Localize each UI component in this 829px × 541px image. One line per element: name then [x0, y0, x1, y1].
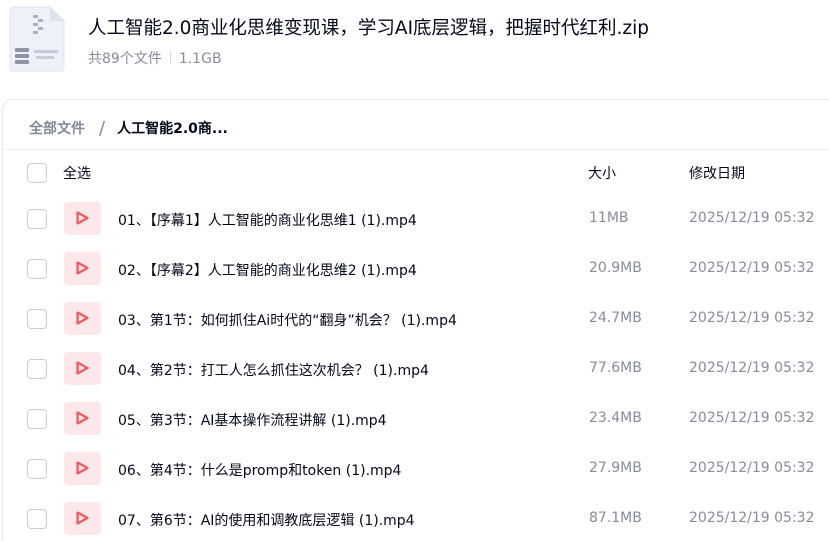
- file-modified-date: 2025/12/19 05:32: [689, 210, 815, 226]
- zip-file-icon: [6, 6, 66, 72]
- archive-meta: 共89个文件 1.1GB: [88, 48, 222, 68]
- file-size: 23.4MB: [589, 410, 642, 426]
- size-column-header[interactable]: 大小: [588, 163, 616, 183]
- file-modified-date: 2025/12/19 05:32: [689, 460, 815, 476]
- file-size: 27.9MB: [589, 460, 642, 476]
- file-row[interactable]: 04、第2节：打工人怎么抓住这次机会？ (1).mp4 77.6MB 2025/…: [3, 345, 829, 395]
- file-row[interactable]: 05、第3节：AI基本操作流程讲解 (1).mp4 23.4MB 2025/12…: [3, 395, 829, 445]
- file-row-checkbox[interactable]: [27, 259, 47, 279]
- video-play-icon: [64, 302, 101, 335]
- breadcrumb-current: 人工智能2.0商...: [117, 121, 228, 137]
- meta-divider: [169, 51, 171, 64]
- breadcrumb-separator: /: [99, 117, 106, 139]
- file-row[interactable]: 01、【序幕1】人工智能的商业化思维1 (1).mp4 11MB 2025/12…: [3, 195, 829, 245]
- file-name[interactable]: 06、第4节：什么是promp和token (1).mp4: [118, 460, 401, 480]
- file-modified-date: 2025/12/19 05:32: [689, 260, 815, 276]
- file-row[interactable]: 06、第4节：什么是promp和token (1).mp4 27.9MB 202…: [3, 445, 829, 495]
- file-modified-date: 2025/12/19 05:32: [689, 360, 815, 376]
- file-row-checkbox[interactable]: [27, 409, 47, 429]
- file-row-checkbox[interactable]: [27, 309, 47, 329]
- file-row-checkbox[interactable]: [27, 209, 47, 229]
- file-name[interactable]: 07、第6节：AI的使用和调教底层逻辑 (1).mp4: [118, 510, 415, 530]
- file-size: 87.1MB: [589, 510, 642, 526]
- archive-size: 1.1GB: [178, 51, 222, 67]
- file-row-checkbox[interactable]: [27, 459, 47, 479]
- file-list-panel: 全部文件 / 人工智能2.0商... 全选 大小 修改日期 01、【序幕1】人工…: [2, 99, 829, 541]
- breadcrumb: 全部文件 / 人工智能2.0商...: [29, 117, 228, 139]
- breadcrumb-root-link[interactable]: 全部文件: [29, 118, 85, 138]
- file-modified-date: 2025/12/19 05:32: [689, 410, 815, 426]
- file-row[interactable]: 07、第6节：AI的使用和调教底层逻辑 (1).mp4 87.1MB 2025/…: [3, 495, 829, 541]
- select-all-label[interactable]: 全选: [63, 163, 91, 183]
- modified-column-header[interactable]: 修改日期: [689, 163, 745, 183]
- file-size: 24.7MB: [589, 310, 642, 326]
- select-all-checkbox[interactable]: [27, 163, 47, 183]
- file-name[interactable]: 04、第2节：打工人怎么抓住这次机会？ (1).mp4: [118, 360, 429, 380]
- archive-title: 人工智能2.0商业化思维变现课，学习AI底层逻辑，把握时代红利.zip: [88, 18, 650, 39]
- file-name[interactable]: 05、第3节：AI基本操作流程讲解 (1).mp4: [118, 410, 387, 430]
- video-play-icon: [64, 252, 101, 285]
- archive-file-count: 共89个文件: [88, 51, 162, 67]
- video-play-icon: [64, 402, 101, 435]
- video-play-icon: [64, 452, 101, 485]
- video-play-icon: [64, 502, 101, 535]
- file-size: 20.9MB: [589, 260, 642, 276]
- file-modified-date: 2025/12/19 05:32: [689, 510, 815, 526]
- file-row[interactable]: 03、第1节：如何抓住Ai时代的“翻身”机会？ (1).mp4 24.7MB 2…: [3, 295, 829, 345]
- file-size: 77.6MB: [589, 360, 642, 376]
- file-row[interactable]: 02、【序幕2】人工智能的商业化思维2 (1).mp4 20.9MB 2025/…: [3, 245, 829, 295]
- archive-header: 人工智能2.0商业化思维变现课，学习AI底层逻辑，把握时代红利.zip 共89个…: [0, 0, 829, 96]
- breadcrumb-divider: [3, 149, 829, 150]
- file-row-checkbox[interactable]: [27, 359, 47, 379]
- file-name[interactable]: 03、第1节：如何抓住Ai时代的“翻身”机会？ (1).mp4: [118, 310, 457, 330]
- file-row-checkbox[interactable]: [27, 509, 47, 529]
- video-play-icon: [64, 352, 101, 385]
- file-name[interactable]: 01、【序幕1】人工智能的商业化思维1 (1).mp4: [118, 210, 417, 230]
- column-header: 全选 大小 修改日期: [3, 160, 829, 186]
- file-name[interactable]: 02、【序幕2】人工智能的商业化思维2 (1).mp4: [118, 260, 417, 280]
- video-play-icon: [64, 202, 101, 235]
- file-modified-date: 2025/12/19 05:32: [689, 310, 815, 326]
- file-size: 11MB: [589, 210, 629, 226]
